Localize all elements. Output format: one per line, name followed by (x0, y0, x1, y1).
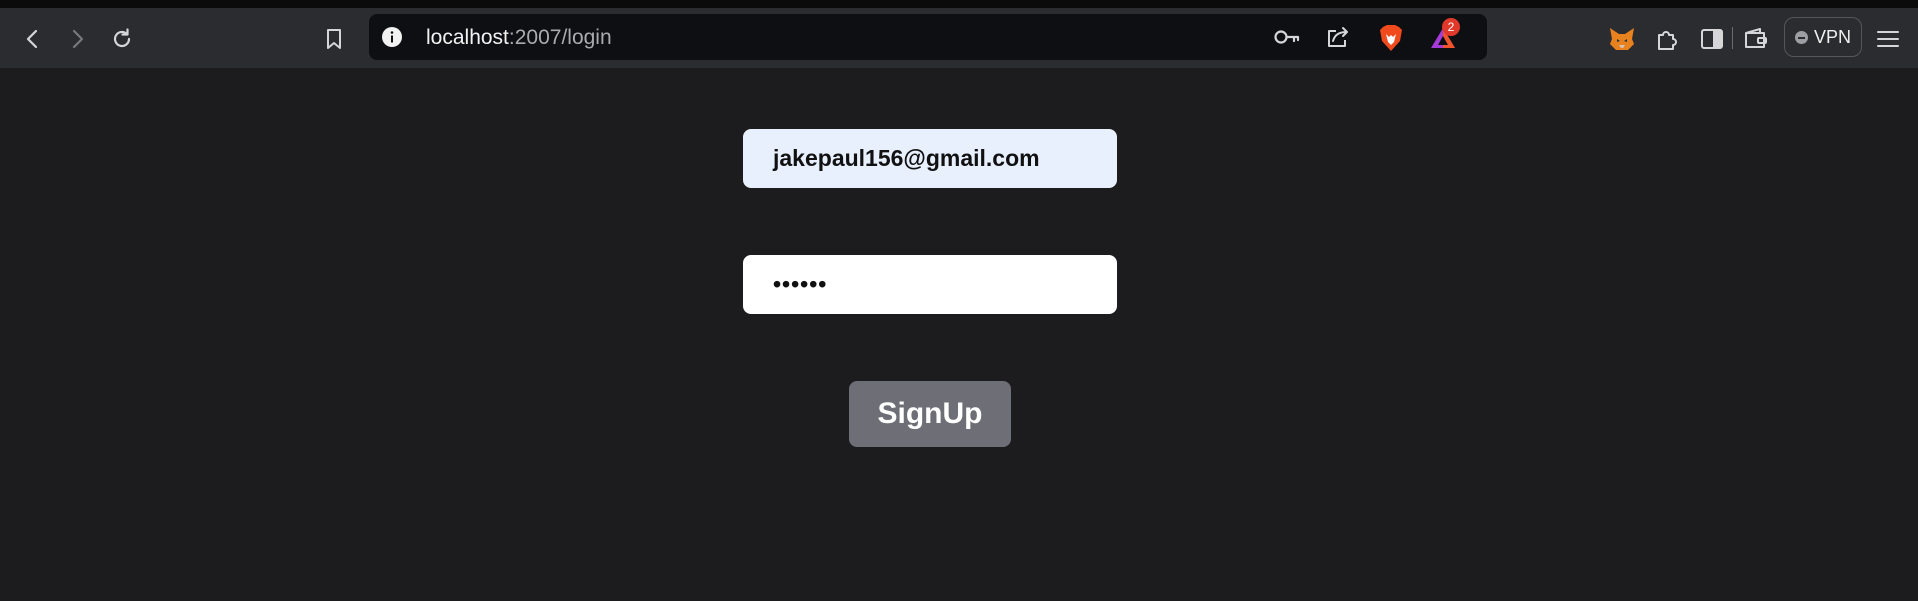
page-content: jakepaul156@gmail.com •••••• SignUp (0, 68, 1918, 601)
window-top-strip (0, 0, 1918, 8)
vpn-status-icon (1794, 30, 1808, 44)
share-icon[interactable] (1325, 25, 1351, 54)
vpn-label: VPN (1813, 26, 1851, 47)
brave-shields-icon[interactable] (1378, 24, 1404, 57)
address-bar-divider (1732, 27, 1733, 49)
vpn-button[interactable]: VPN (1784, 17, 1862, 57)
url-host: localhost (426, 26, 509, 49)
bookmark-icon[interactable] (315, 22, 353, 56)
notification-badge: 2 (1442, 18, 1460, 36)
signup-button[interactable]: SignUp (849, 381, 1011, 447)
password-value: •••••• (773, 271, 828, 297)
address-bar[interactable]: localhost:2007/login 2 (369, 14, 1733, 60)
reload-icon[interactable] (103, 22, 141, 56)
sidebar-icon[interactable] (1693, 22, 1731, 56)
url-text[interactable]: localhost:2007/login (426, 26, 612, 50)
email-field[interactable]: jakepaul156@gmail.com (743, 129, 1117, 188)
extensions-icon[interactable] (1648, 22, 1686, 56)
email-value: jakepaul156@gmail.com (773, 145, 1040, 171)
password-field[interactable]: •••••• (743, 255, 1117, 314)
menu-icon[interactable] (1869, 22, 1907, 56)
browser-toolbar: localhost:2007/login 2 VPN (0, 8, 1918, 68)
forward-icon[interactable] (58, 22, 96, 56)
key-icon[interactable] (1273, 26, 1301, 53)
wallet-icon[interactable] (1737, 22, 1775, 56)
metamask-fox-icon[interactable] (1603, 22, 1641, 56)
back-icon[interactable] (14, 22, 52, 56)
info-icon[interactable] (381, 26, 403, 53)
url-path: :2007/login (508, 26, 612, 49)
